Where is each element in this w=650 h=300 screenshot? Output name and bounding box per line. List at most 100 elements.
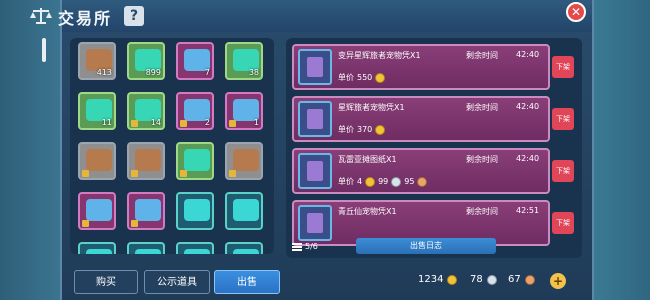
item-count: 11 xyxy=(101,118,112,127)
inventory-slot[interactable] xyxy=(127,242,165,254)
inventory-slot[interactable] xyxy=(225,142,263,180)
item-count: 413 xyxy=(96,68,112,77)
pet-glyph-icon xyxy=(307,213,323,233)
gold-price: 4 xyxy=(357,177,363,186)
inventory-slot[interactable] xyxy=(78,192,116,230)
price-label: 单价 xyxy=(338,177,354,186)
listing-card[interactable]: 变异星辉旅者宠物凭X1 剩余时间 42:40 单价 550 xyxy=(292,44,550,90)
listing-card[interactable]: 星辉旅者宠物凭X1 剩余时间 42:40 单价 370 xyxy=(292,96,550,142)
inventory-slot[interactable] xyxy=(225,242,263,254)
time-value: 42:51 xyxy=(516,206,540,215)
gold-coin-icon xyxy=(365,176,376,187)
remove-listing-button[interactable]: 下架 xyxy=(552,56,574,78)
diamond-icon xyxy=(486,274,497,285)
copper-coin-icon xyxy=(417,176,428,187)
gold-coin-icon xyxy=(447,274,458,285)
portal-icon xyxy=(135,249,161,254)
item-count: 2 xyxy=(204,118,210,127)
pet-glyph-icon xyxy=(307,109,323,129)
listing-name: 变异星辉旅者宠物凭X1 xyxy=(338,51,421,60)
scroll-icon xyxy=(86,149,112,171)
tab-buy[interactable]: 购买 xyxy=(74,270,138,294)
help-button[interactable]: ? xyxy=(124,6,144,26)
time-label: 剩余时间 xyxy=(466,103,498,112)
inventory-slot[interactable]: 11 xyxy=(78,92,116,130)
inventory-slot[interactable]: 38 xyxy=(225,42,263,80)
slot-count: 5/6 xyxy=(305,242,318,251)
inventory-slot[interactable]: 413 xyxy=(78,42,116,80)
portal-icon xyxy=(233,199,259,221)
pet-glyph-icon xyxy=(307,57,323,77)
listing-name: 瓦雷亚摊图纸X1 xyxy=(338,155,397,164)
silver-amount: 67 xyxy=(508,274,521,285)
pet-item-icon xyxy=(298,101,332,137)
remove-listing-button[interactable]: 下架 xyxy=(552,108,574,130)
inventory-slot[interactable] xyxy=(78,142,116,180)
gold-price: 370 xyxy=(357,125,373,134)
car-icon xyxy=(233,149,259,171)
inventory-slot[interactable]: 899 xyxy=(127,42,165,80)
inventory-slot[interactable] xyxy=(176,142,214,180)
copper-coin-icon xyxy=(524,274,535,285)
lock-icon xyxy=(82,220,89,227)
lock-icon xyxy=(229,170,236,177)
portal-icon xyxy=(86,249,112,254)
close-button[interactable]: ✕ xyxy=(566,2,586,22)
lock-icon xyxy=(180,170,187,177)
portal-icon xyxy=(184,199,210,221)
sale-log-button[interactable]: 出售日志 xyxy=(356,238,496,254)
inventory-grid: 413 899 7 38 11 14 2 1 xyxy=(70,38,274,254)
silver-coin-icon xyxy=(391,176,402,187)
mech-icon xyxy=(135,199,161,221)
time-value: 42:40 xyxy=(516,50,540,59)
gold-currency: 1234 xyxy=(418,274,458,285)
listing-card[interactable]: 瓦雷亚摊图纸X1 剩余时间 42:40 单价 4 99 95 xyxy=(292,148,550,194)
lock-icon xyxy=(131,170,138,177)
inventory-slot[interactable] xyxy=(176,242,214,254)
remove-listing-button[interactable]: 下架 xyxy=(552,212,574,234)
beetle-icon xyxy=(184,149,210,171)
item-count: 7 xyxy=(204,68,210,77)
lock-icon xyxy=(180,120,187,127)
lock-icon xyxy=(131,120,138,127)
menu-icon xyxy=(292,242,302,251)
gold-price: 550 xyxy=(357,73,373,82)
inventory-slot[interactable]: 1 xyxy=(225,92,263,130)
inventory-slot[interactable]: 7 xyxy=(176,42,214,80)
time-label: 剩余时间 xyxy=(466,207,498,216)
pet-item-icon xyxy=(298,49,332,85)
lock-icon xyxy=(229,120,236,127)
page-title: 交易所 xyxy=(58,9,113,28)
inventory-slot[interactable] xyxy=(127,192,165,230)
lock-icon xyxy=(131,220,138,227)
tab-sell[interactable]: 出售 xyxy=(214,270,280,294)
inventory-slot[interactable] xyxy=(127,142,165,180)
remove-listing-button[interactable]: 下架 xyxy=(552,160,574,182)
price-label: 单价 xyxy=(338,73,354,82)
diamond-amount: 78 xyxy=(470,274,483,285)
time-label: 剩余时间 xyxy=(466,51,498,60)
crate-icon xyxy=(135,149,161,171)
time-value: 42:40 xyxy=(516,102,540,111)
tab-public[interactable]: 公示道具 xyxy=(144,270,210,294)
listing-list: 变异星辉旅者宠物凭X1 剩余时间 42:40 单价 550 下架 星辉旅者宠物凭X1 剩余时间… xyxy=(286,38,582,258)
item-count: 899 xyxy=(145,68,161,77)
car-blue-icon xyxy=(86,199,112,221)
silver-currency: 67 xyxy=(508,274,535,285)
slot-counter: 5/6 xyxy=(292,242,318,251)
listing-name: 青丘仙宠物凭X1 xyxy=(338,207,397,216)
inventory-slot[interactable] xyxy=(78,242,116,254)
right-background xyxy=(590,0,650,300)
lock-icon xyxy=(82,170,89,177)
pet-glyph-icon xyxy=(307,161,323,181)
inventory-slot[interactable] xyxy=(176,192,214,230)
listing-name: 星辉旅者宠物凭X1 xyxy=(338,103,405,112)
scale-icon xyxy=(30,8,52,24)
add-currency-button[interactable]: + xyxy=(550,273,566,289)
inventory-slot[interactable]: 2 xyxy=(176,92,214,130)
inventory-slot[interactable] xyxy=(225,192,263,230)
inventory-slot[interactable]: 14 xyxy=(127,92,165,130)
diamond-currency: 78 xyxy=(470,274,497,285)
side-handle[interactable] xyxy=(42,38,46,62)
time-label: 剩余时间 xyxy=(466,155,498,164)
